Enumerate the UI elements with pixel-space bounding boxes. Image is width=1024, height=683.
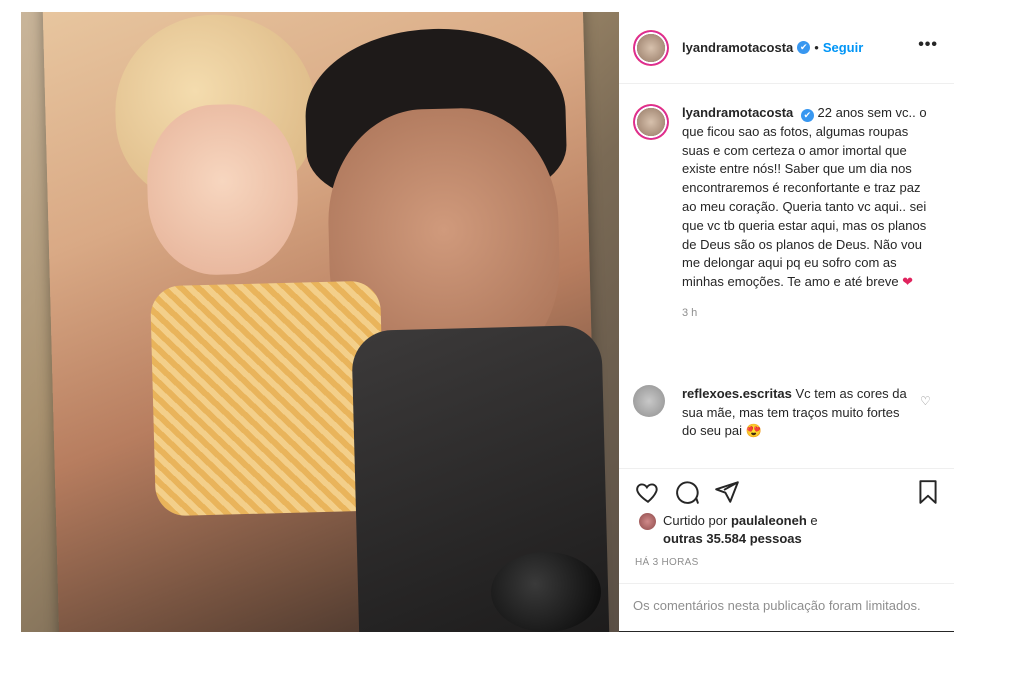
bookmark-icon[interactable] bbox=[915, 479, 941, 505]
liker-username[interactable]: paulaleoneh bbox=[731, 513, 807, 528]
comment-like-icon[interactable]: ♡ bbox=[920, 394, 931, 441]
comment-username[interactable]: reflexoes.escritas bbox=[682, 386, 792, 401]
comments-limited-notice: Os comentários nesta publicação foram li… bbox=[619, 583, 954, 631]
child-outfit bbox=[150, 280, 386, 517]
post-side-panel: lyandramotacosta ✔ • Seguir ••• lyandram… bbox=[619, 12, 954, 632]
comment-text: reflexoes.escritas Vc tem as cores da su… bbox=[682, 385, 912, 441]
likes-text: Curtido por paulaleoneh e outras 35.584 … bbox=[663, 512, 818, 548]
heart-emoji-icon: ❤ bbox=[902, 274, 914, 290]
post-header: lyandramotacosta ✔ • Seguir ••• bbox=[619, 12, 954, 84]
separator-dot: • bbox=[814, 40, 819, 55]
action-bar bbox=[619, 468, 954, 508]
child-face bbox=[145, 102, 300, 277]
post-caption: lyandramotacosta ✔ 22 anos sem vc.. o qu… bbox=[633, 104, 943, 323]
verified-badge-icon: ✔ bbox=[797, 41, 811, 54]
likes-summary: Curtido por paulaleoneh e outras 35.584 … bbox=[639, 512, 939, 548]
like-heart-icon[interactable] bbox=[635, 479, 661, 505]
caption-avatar[interactable] bbox=[633, 104, 669, 140]
likes-others[interactable]: outras 35.584 pessoas bbox=[663, 531, 802, 546]
caption-body: 22 anos sem vc.. o que ficou sao as foto… bbox=[682, 105, 927, 290]
liker-avatar[interactable] bbox=[639, 513, 656, 530]
share-icon[interactable] bbox=[714, 479, 740, 505]
fingernail bbox=[491, 552, 601, 632]
verified-badge-icon: ✔ bbox=[800, 109, 814, 122]
likes-conjunction: e bbox=[810, 513, 818, 528]
comment-icon[interactable] bbox=[674, 479, 700, 505]
caption-text: lyandramotacosta ✔ 22 anos sem vc.. o qu… bbox=[682, 104, 932, 323]
post-photo[interactable] bbox=[21, 12, 619, 632]
caption-username[interactable]: lyandramotacosta bbox=[682, 105, 793, 120]
likes-prefix: Curtido por bbox=[663, 513, 728, 528]
more-options-icon[interactable]: ••• bbox=[918, 36, 938, 54]
printed-photograph bbox=[42, 12, 610, 632]
heart-eyes-emoji-icon: 😍 bbox=[745, 423, 762, 438]
avatar[interactable] bbox=[633, 29, 669, 66]
caption-time[interactable]: 3 h bbox=[682, 304, 932, 323]
header-username[interactable]: lyandramotacosta bbox=[682, 40, 793, 55]
post-date[interactable]: HÁ 3 HORAS bbox=[635, 557, 699, 568]
comment-avatar[interactable] bbox=[633, 385, 665, 417]
comment-item: reflexoes.escritas Vc tem as cores da su… bbox=[633, 385, 945, 441]
follow-button[interactable]: Seguir bbox=[823, 40, 863, 55]
